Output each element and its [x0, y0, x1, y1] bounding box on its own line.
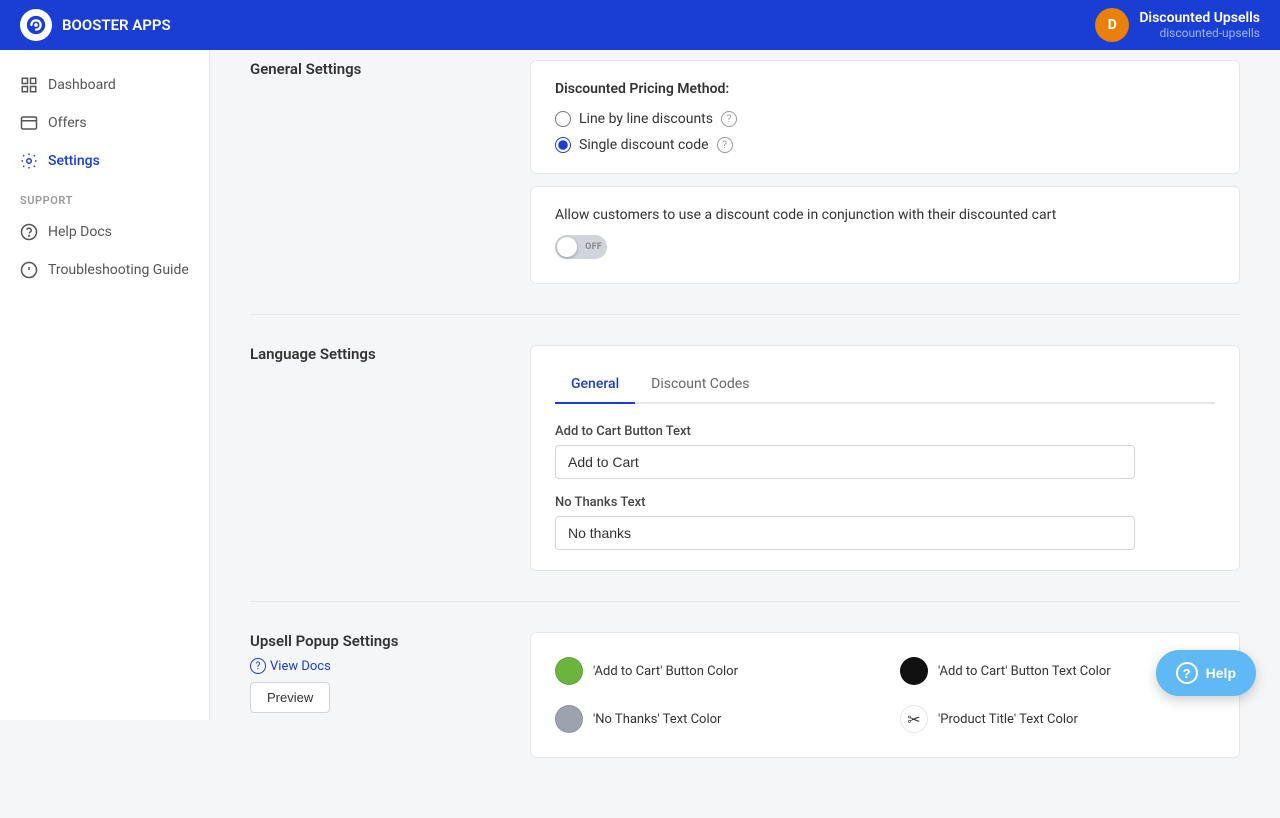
help-button-label: Help — [1206, 665, 1236, 681]
no-thanks-input[interactable] — [555, 516, 1135, 550]
sidebar-item-troubleshooting[interactable]: Troubleshooting Guide — [0, 251, 209, 289]
no-thanks-text-color-label: 'No Thanks' Text Color — [593, 712, 721, 727]
account-name: Discounted Upsells — [1139, 10, 1260, 26]
sidebar-label-dashboard: Dashboard — [48, 77, 116, 93]
upsell-popup-content: 'Add to Cart' Button Color 'Add to Cart'… — [530, 632, 1240, 758]
no-thanks-text-color-swatch[interactable] — [555, 705, 583, 733]
preview-button[interactable]: Preview — [250, 682, 330, 713]
upsell-popup-section: Upsell Popup Settings ? View Docs Previe… — [250, 602, 1240, 788]
pricing-method-title: Discounted Pricing Method: — [555, 81, 1215, 97]
header-right: D Discounted Upsells discounted-upsells — [1095, 8, 1260, 42]
line-by-line-radio[interactable] — [555, 111, 571, 127]
header: BOOSTER APPS D Discounted Upsells discou… — [0, 0, 1280, 50]
sidebar-label-troubleshooting: Troubleshooting Guide — [48, 262, 189, 278]
product-title-text-color-label: 'Product Title' Text Color — [938, 712, 1078, 727]
add-to-cart-text-color-label: 'Add to Cart' Button Text Color — [938, 664, 1111, 679]
sidebar-label-offers: Offers — [48, 115, 87, 131]
brand-name: BOOSTER APPS — [62, 16, 171, 34]
add-to-cart-field-label: Add to Cart Button Text — [555, 424, 1215, 439]
view-docs-link[interactable]: ? View Docs — [250, 658, 490, 674]
tab-discount-codes[interactable]: Discount Codes — [635, 366, 765, 404]
view-docs-label: View Docs — [270, 659, 331, 674]
language-settings-title: Language Settings — [250, 345, 490, 571]
main-content: General Settings Discounted Pricing Meth… — [210, 0, 1280, 818]
color-settings-card: 'Add to Cart' Button Color 'Add to Cart'… — [530, 632, 1240, 758]
user-avatar: D — [1095, 8, 1129, 42]
language-settings-content: General Discount Codes Add to Cart Butto… — [530, 345, 1240, 571]
sidebar-label-help-docs: Help Docs — [48, 224, 112, 240]
conjunction-toggle[interactable]: OFF — [555, 235, 607, 259]
pricing-radio-group: Line by line discounts ? Single discount… — [555, 111, 1215, 153]
toggle-label: OFF — [585, 242, 602, 252]
offers-icon — [20, 114, 38, 132]
tab-general[interactable]: General — [555, 366, 635, 404]
settings-icon — [20, 152, 38, 170]
sidebar-item-help-docs[interactable]: Help Docs — [0, 213, 209, 251]
account-info: Discounted Upsells discounted-upsells — [1139, 10, 1260, 40]
add-to-cart-text-color-swatch[interactable] — [900, 657, 928, 685]
language-tabs: General Discount Codes — [555, 366, 1215, 404]
add-to-cart-field-group: Add to Cart Button Text — [555, 424, 1215, 479]
view-docs-circle-icon: ? — [250, 658, 266, 674]
sidebar-item-settings[interactable]: Settings — [0, 142, 209, 180]
add-to-cart-input[interactable] — [555, 445, 1135, 479]
sidebar: Dashboard Offers Settings SUPPORT — [0, 50, 210, 720]
line-by-line-label: Line by line discounts — [579, 111, 713, 127]
line-by-line-option[interactable]: Line by line discounts ? — [555, 111, 1215, 127]
single-discount-radio[interactable] — [555, 137, 571, 153]
upsell-section-title-area: Upsell Popup Settings ? View Docs Previe… — [250, 632, 490, 758]
single-discount-option[interactable]: Single discount code ? — [555, 137, 1215, 153]
sidebar-item-offers[interactable]: Offers — [0, 104, 209, 142]
toggle-knob — [557, 237, 577, 257]
troubleshooting-icon — [20, 261, 38, 279]
support-section-label: SUPPORT — [0, 180, 209, 213]
add-to-cart-btn-color-item: 'Add to Cart' Button Color — [555, 657, 870, 685]
no-thanks-field-label: No Thanks Text — [555, 495, 1215, 510]
sidebar-item-dashboard[interactable]: Dashboard — [0, 66, 209, 104]
dashboard-icon — [20, 76, 38, 94]
account-subdomain: discounted-upsells — [1139, 26, 1260, 40]
help-docs-icon — [20, 223, 38, 241]
upsell-section-title: Upsell Popup Settings — [250, 632, 490, 650]
header-left: BOOSTER APPS — [20, 9, 171, 41]
language-card: General Discount Codes Add to Cart Butto… — [530, 345, 1240, 571]
add-to-cart-btn-color-label: 'Add to Cart' Button Color — [593, 664, 738, 679]
color-grid: 'Add to Cart' Button Color 'Add to Cart'… — [555, 653, 1215, 737]
app-logo — [20, 9, 52, 41]
product-title-text-color-swatch[interactable]: ✂ — [900, 705, 928, 733]
help-button-icon: ? — [1176, 662, 1198, 684]
single-discount-help-icon[interactable]: ? — [717, 137, 733, 153]
conjunction-text: Allow customers to use a discount code i… — [555, 207, 1215, 223]
sidebar-label-settings: Settings — [48, 153, 100, 169]
no-thanks-text-color-item: 'No Thanks' Text Color — [555, 705, 870, 733]
pricing-method-card: Discounted Pricing Method: Line by line … — [530, 60, 1240, 174]
add-to-cart-btn-color-swatch[interactable] — [555, 657, 583, 685]
no-thanks-field-group: No Thanks Text — [555, 495, 1215, 550]
language-settings-section: Language Settings General Discount Codes… — [250, 315, 1240, 602]
single-discount-label: Single discount code — [579, 137, 709, 153]
line-by-line-help-icon[interactable]: ? — [721, 111, 737, 127]
general-settings-section: General Settings Discounted Pricing Meth… — [250, 30, 1240, 315]
general-settings-title: General Settings — [250, 60, 490, 284]
conjunction-card: Allow customers to use a discount code i… — [530, 186, 1240, 284]
product-title-text-color-item: ✂ 'Product Title' Text Color — [900, 705, 1215, 733]
help-button[interactable]: ? Help — [1156, 650, 1256, 696]
general-settings-content: Discounted Pricing Method: Line by line … — [530, 60, 1240, 284]
